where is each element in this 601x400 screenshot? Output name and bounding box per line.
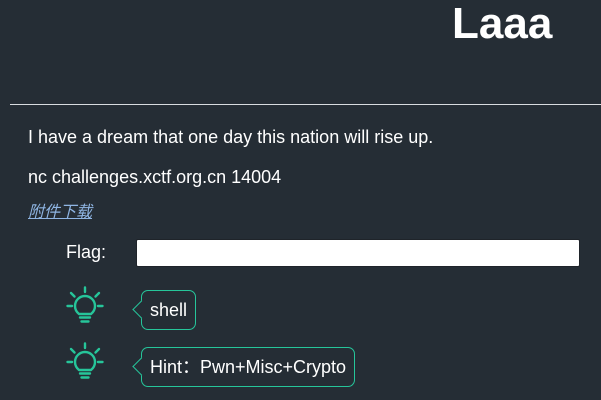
title-divider <box>10 104 601 105</box>
challenge-page: Laaa I have a dream that one day this na… <box>0 0 601 400</box>
challenge-description: I have a dream that one day this nation … <box>28 127 434 147</box>
lightbulb-icon <box>66 342 104 382</box>
flag-input[interactable] <box>136 239 580 267</box>
hint-text: shell <box>150 300 188 320</box>
hint-text: Hint：Pwn+Misc+Crypto <box>150 357 347 377</box>
connection-command: nc challenges.xctf.org.cn 14004 <box>28 167 282 187</box>
hint-bubble: shell <box>141 290 197 330</box>
lightbulb-icon <box>66 286 104 326</box>
flag-label: Flag: <box>66 242 107 262</box>
hint-bubble: Hint：Pwn+Misc+Crypto <box>141 347 356 387</box>
challenge-title: Laaa <box>452 0 553 48</box>
attachment-download-link[interactable]: 附件下载 <box>28 203 92 223</box>
